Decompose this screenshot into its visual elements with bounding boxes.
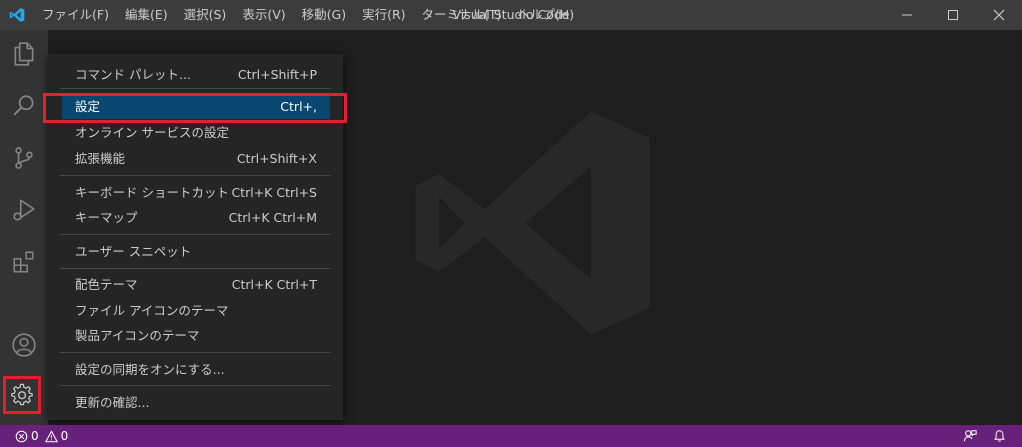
- menu-view[interactable]: 表示(V): [234, 0, 293, 30]
- menu-item-label: ユーザー スニペット: [75, 244, 192, 259]
- bell-icon: [994, 430, 1005, 442]
- feedback-button[interactable]: [963, 425, 977, 447]
- vscode-logo-icon[interactable]: [8, 7, 26, 23]
- menu-item-online-services-settings[interactable]: オンライン サービスの設定: [62, 120, 330, 145]
- menu-separator: [60, 88, 331, 89]
- notifications-button[interactable]: [993, 425, 1006, 447]
- menu-item-label: キーボード ショートカット: [75, 185, 229, 200]
- menu-edit[interactable]: 編集(E): [117, 0, 176, 30]
- menu-separator: [60, 352, 331, 353]
- menu-go[interactable]: 移動(G): [294, 0, 354, 30]
- menu-item-label: 配色テーマ: [75, 277, 138, 292]
- menu-item-check-updates[interactable]: 更新の確認...: [62, 390, 330, 415]
- menu-run[interactable]: 実行(R): [354, 0, 413, 30]
- menu-item-keymaps[interactable]: キーマップ Ctrl+K Ctrl+M: [62, 205, 330, 230]
- menu-item-settings[interactable]: 設定 Ctrl+,: [62, 94, 330, 119]
- menu-item-label: コマンド パレット...: [75, 67, 191, 82]
- menu-item-label: オンライン サービスの設定: [75, 125, 229, 140]
- menu-item-settings-sync[interactable]: 設定の同期をオンにする...: [62, 357, 330, 382]
- menu-item-shortcut: Ctrl+K Ctrl+S: [231, 185, 317, 200]
- menu-item-file-icon-theme[interactable]: ファイル アイコンのテーマ: [62, 298, 330, 323]
- menu-separator: [60, 234, 331, 235]
- manage-context-menu: コマンド パレット... Ctrl+Shift+P 設定 Ctrl+, オンライ…: [48, 54, 343, 420]
- menu-item-shortcut: Ctrl+,: [280, 99, 317, 114]
- source-control-icon: [15, 147, 33, 169]
- menu-separator: [60, 385, 331, 386]
- title-bar: ファイル(F) 編集(E) 選択(S) 表示(V) 移動(G) 実行(R) ター…: [0, 0, 1022, 30]
- window-title: Visual Studio Code: [452, 7, 570, 22]
- explorer-button[interactable]: [0, 30, 48, 78]
- explorer-icon: [14, 42, 34, 66]
- menu-item-keyboard-shortcuts[interactable]: キーボード ショートカット Ctrl+K Ctrl+S: [62, 180, 330, 205]
- feedback-icon: [963, 430, 977, 442]
- menu-separator: [60, 175, 331, 176]
- menu-item-label: 設定: [75, 99, 101, 114]
- menu-item-command-palette[interactable]: コマンド パレット... Ctrl+Shift+P: [62, 62, 330, 87]
- menu-item-label: 設定の同期をオンにする...: [75, 362, 225, 377]
- minimize-icon: [902, 14, 912, 16]
- source-control-button[interactable]: [0, 134, 48, 182]
- menu-item-extensions[interactable]: 拡張機能 Ctrl+Shift+X: [62, 146, 330, 171]
- menu-item-shortcut: Ctrl+K Ctrl+M: [228, 210, 317, 225]
- menu-item-shortcut: Ctrl+Shift+X: [236, 151, 317, 166]
- extensions-icon: [13, 251, 34, 273]
- menu-item-shortcut: Ctrl+K Ctrl+T: [231, 277, 317, 292]
- menu-item-label: キーマップ: [75, 210, 138, 225]
- menu-item-shortcut: Ctrl+Shift+P: [237, 67, 317, 82]
- menu-item-label: 更新の確認...: [75, 395, 150, 410]
- menu-item-color-theme[interactable]: 配色テーマ Ctrl+K Ctrl+T: [62, 272, 330, 297]
- problems-status[interactable]: 0 0: [15, 425, 68, 447]
- menu-file[interactable]: ファイル(F): [34, 0, 117, 30]
- warning-icon: [44, 430, 58, 442]
- activity-bar: [0, 30, 48, 425]
- account-button[interactable]: [0, 321, 48, 369]
- search-icon: [13, 95, 34, 116]
- close-button[interactable]: [976, 0, 1022, 30]
- search-button[interactable]: [0, 82, 48, 130]
- error-icon: [15, 430, 28, 442]
- menu-item-label: ファイル アイコンのテーマ: [75, 303, 229, 318]
- menu-item-user-snippets[interactable]: ユーザー スニペット: [62, 239, 330, 264]
- close-icon: [993, 9, 1005, 21]
- manage-button[interactable]: [3, 376, 41, 414]
- status-bar: 0 0: [0, 425, 1022, 447]
- run-debug-button[interactable]: [0, 186, 48, 234]
- menu-selection[interactable]: 選択(S): [176, 0, 235, 30]
- gear-icon: [11, 383, 33, 406]
- menu-item-label: 製品アイコンのテーマ: [75, 328, 200, 343]
- menu-item-label: 拡張機能: [75, 151, 126, 166]
- error-count: 0: [31, 429, 39, 443]
- warning-count: 0: [60, 429, 69, 443]
- menu-item-product-icon-theme[interactable]: 製品アイコンのテーマ: [62, 323, 330, 348]
- vscode-watermark-icon: [415, 111, 650, 335]
- run-debug-icon: [13, 199, 35, 221]
- account-icon: [12, 333, 36, 357]
- menu-separator: [60, 268, 331, 269]
- minimize-button[interactable]: [884, 0, 930, 30]
- maximize-icon: [948, 10, 958, 20]
- maximize-button[interactable]: [930, 0, 976, 30]
- extensions-button[interactable]: [0, 238, 48, 286]
